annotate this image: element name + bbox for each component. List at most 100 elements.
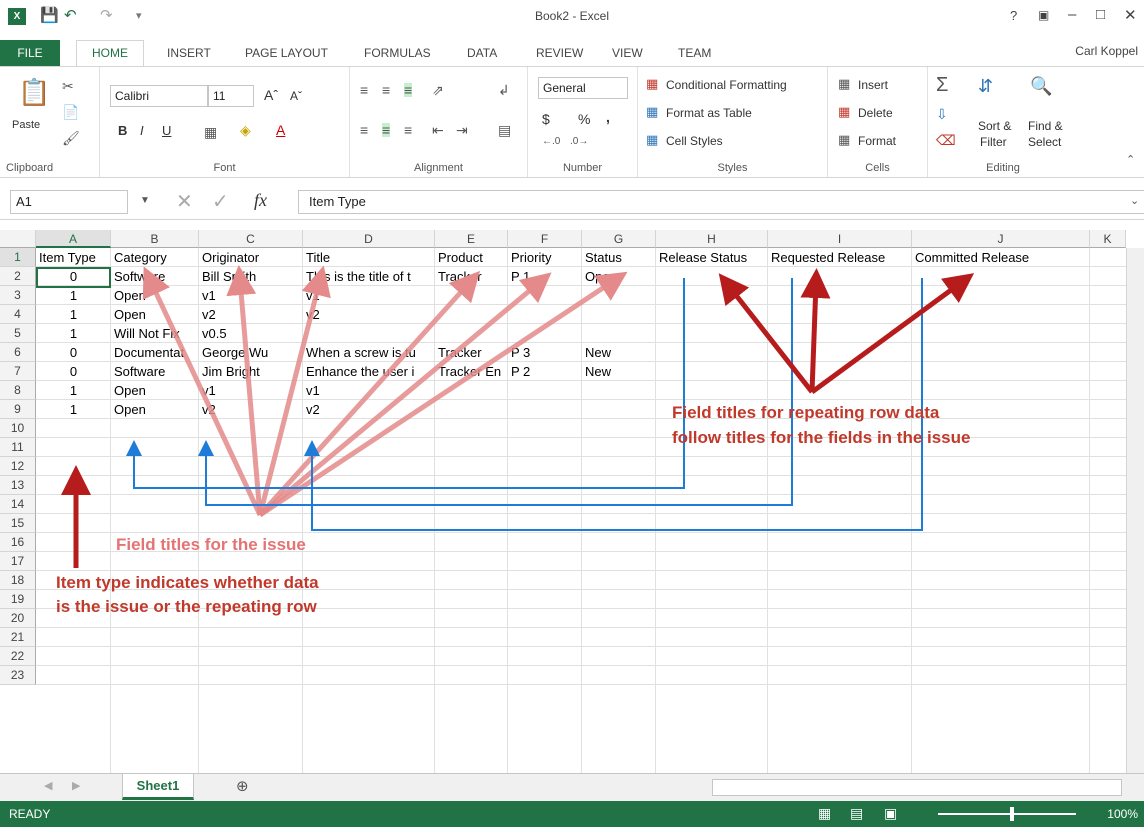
shrink-font-icon[interactable]: Aˇ xyxy=(290,89,302,103)
cell-g7[interactable]: New xyxy=(582,362,656,381)
cell-a5[interactable]: 1 xyxy=(36,324,111,343)
cell-styles-icon[interactable]: ▦ xyxy=(646,133,658,146)
cell-c9[interactable]: v2 xyxy=(199,400,303,419)
sheet-tab-sheet1[interactable]: Sheet1 xyxy=(122,774,194,800)
cell-g1[interactable]: Status xyxy=(582,248,656,267)
merge-center-icon[interactable]: ▤ xyxy=(498,123,511,137)
cell-g2[interactable]: Open xyxy=(582,267,656,286)
column-header-b[interactable]: B xyxy=(111,230,199,248)
increase-decimal-icon[interactable]: ←.0 xyxy=(542,137,560,147)
cell-i1[interactable]: Requested Release xyxy=(768,248,912,267)
cell-b7[interactable]: Software xyxy=(111,362,199,381)
worksheet-grid[interactable]: ABCDEFGHIJK 1 2 3 4 5 6 7 8 9 10 11 12 13 14 15 16 17 18 1… xyxy=(0,230,1144,773)
collapse-ribbon-icon[interactable]: ⌃ xyxy=(1126,155,1135,166)
cell-a7[interactable]: 0 xyxy=(36,362,111,381)
cell-e1[interactable]: Product xyxy=(435,248,508,267)
row-header-22[interactable]: 22 xyxy=(0,647,36,666)
paste-icon[interactable]: 📋 xyxy=(18,79,50,105)
formula-input[interactable]: Item Type xyxy=(298,190,1144,214)
page-break-view-icon[interactable]: ▣ xyxy=(884,806,897,820)
cell-a9[interactable]: 1 xyxy=(36,400,111,419)
align-center-icon[interactable]: ≡ xyxy=(382,123,391,137)
column-header-j[interactable]: J xyxy=(912,230,1090,248)
column-header-g[interactable]: G xyxy=(582,230,656,248)
column-header-d[interactable]: D xyxy=(303,230,435,248)
maximize-icon[interactable]: □ xyxy=(1096,6,1105,23)
cancel-icon[interactable]: ✕ xyxy=(176,192,193,212)
horizontal-scrollbar[interactable] xyxy=(712,779,1122,796)
name-box[interactable]: A1 xyxy=(10,190,128,214)
row-header-3[interactable]: 3 xyxy=(0,286,36,305)
cell-e7[interactable]: Tracker En xyxy=(435,362,508,381)
insert-cells-button[interactable]: Insert xyxy=(858,78,888,92)
cell-c8[interactable]: v1 xyxy=(199,381,303,400)
font-color-icon[interactable]: A xyxy=(276,122,285,138)
cell-d1[interactable]: Title xyxy=(303,248,435,267)
format-painter-icon[interactable]: 🖌 xyxy=(62,131,80,145)
decrease-indent-icon[interactable]: ⇤ xyxy=(432,123,444,137)
new-sheet-icon[interactable]: ⊕ xyxy=(236,779,249,794)
cell-c5[interactable]: v0.5 xyxy=(199,324,303,343)
cell-b4[interactable]: Open xyxy=(111,305,199,324)
row-header-10[interactable]: 10 xyxy=(0,419,36,438)
cell-e6[interactable]: Tracker xyxy=(435,343,508,362)
cell-d8[interactable]: v1 xyxy=(303,381,435,400)
cell-b6[interactable]: Documentat xyxy=(111,343,199,362)
align-middle-icon[interactable]: ≡ xyxy=(382,83,390,97)
copy-icon[interactable]: 📄 xyxy=(62,105,79,119)
cell-h1[interactable]: Release Status xyxy=(656,248,768,267)
close-icon[interactable]: ✕ xyxy=(1124,6,1137,24)
row-header-21[interactable]: 21 xyxy=(0,628,36,647)
cell-c1[interactable]: Originator xyxy=(199,248,303,267)
format-as-table-button[interactable]: Format as Table xyxy=(666,106,752,120)
cell-a6[interactable]: 0 xyxy=(36,343,111,362)
select-label[interactable]: Select xyxy=(1028,135,1061,149)
zoom-slider-thumb[interactable] xyxy=(1010,807,1014,821)
bold-button[interactable]: B xyxy=(118,123,127,138)
conditional-formatting-button[interactable]: Conditional Formatting xyxy=(666,78,787,92)
tab-page-layout[interactable]: PAGE LAYOUT xyxy=(245,46,328,60)
cell-c7[interactable]: Jim Bright xyxy=(199,362,303,381)
fill-color-icon[interactable]: ◈ xyxy=(240,123,251,137)
format-cells-icon[interactable]: ▦ xyxy=(838,133,850,146)
cell-j1[interactable]: Committed Release xyxy=(912,248,1092,267)
comma-button[interactable]: , xyxy=(606,109,610,125)
row-header-14[interactable]: 14 xyxy=(0,495,36,514)
cell-c2[interactable]: Bill Smith xyxy=(199,267,303,286)
fill-icon[interactable]: ⇩ xyxy=(936,107,948,121)
sort-filter-icon[interactable]: ⇵ xyxy=(978,77,993,95)
row-header-23[interactable]: 23 xyxy=(0,666,36,685)
name-box-dropdown-icon[interactable]: ▼ xyxy=(140,196,150,206)
tab-view[interactable]: VIEW xyxy=(612,46,643,60)
font-size-select[interactable]: 11 xyxy=(208,85,254,107)
borders-icon[interactable]: ▦ xyxy=(204,125,217,139)
cell-a3[interactable]: 1 xyxy=(36,286,111,305)
grow-font-icon[interactable]: Aˆ xyxy=(264,87,278,103)
row-header-11[interactable]: 11 xyxy=(0,438,36,457)
row-header-15[interactable]: 15 xyxy=(0,514,36,533)
cell-d3[interactable]: v1 xyxy=(303,286,435,305)
cell-b9[interactable]: Open xyxy=(111,400,199,419)
row-header-8[interactable]: 8 xyxy=(0,381,36,400)
align-top-icon[interactable]: ≡ xyxy=(360,83,368,97)
vertical-scrollbar[interactable] xyxy=(1126,248,1144,773)
row-header-18[interactable]: 18 xyxy=(0,571,36,590)
align-right-icon[interactable]: ≡ xyxy=(404,123,412,137)
cell-b1[interactable]: Category xyxy=(111,248,199,267)
row-header-2[interactable]: 2 xyxy=(0,267,36,286)
delete-cells-button[interactable]: Delete xyxy=(858,106,893,120)
tab-file[interactable]: FILE xyxy=(0,40,60,66)
row-header-16[interactable]: 16 xyxy=(0,533,36,552)
tab-review[interactable]: REVIEW xyxy=(536,46,583,60)
row-header-5[interactable]: 5 xyxy=(0,324,36,343)
filter-label[interactable]: Filter xyxy=(980,135,1007,149)
format-cells-button[interactable]: Format xyxy=(858,134,896,148)
insert-function-button[interactable]: fx xyxy=(254,190,267,211)
column-header-c[interactable]: C xyxy=(199,230,303,248)
column-header-f[interactable]: F xyxy=(508,230,582,248)
font-name-select[interactable]: Calibri xyxy=(110,85,208,107)
cell-c3[interactable]: v1 xyxy=(199,286,303,305)
page-layout-view-icon[interactable]: ▤ xyxy=(850,806,863,820)
find-select-icon[interactable]: 🔍 xyxy=(1030,77,1052,95)
minimize-icon[interactable]: – xyxy=(1068,6,1076,23)
